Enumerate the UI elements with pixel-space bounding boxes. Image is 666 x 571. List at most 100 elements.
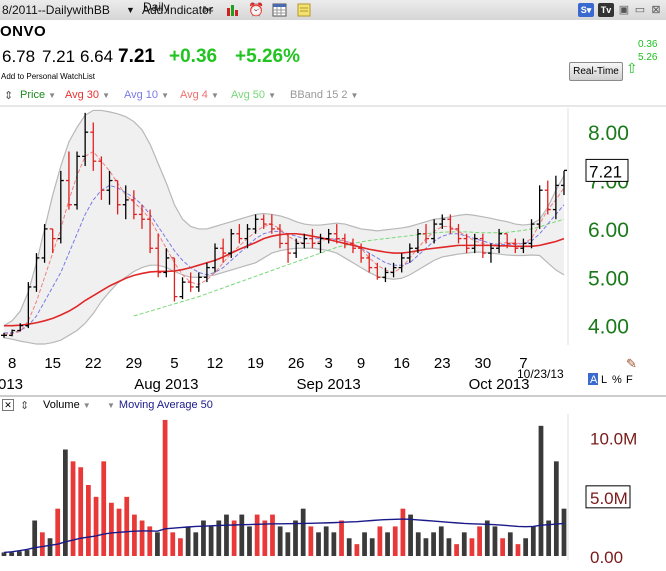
x-tick-label: 3 xyxy=(324,355,332,372)
x-tick-label: 8 xyxy=(8,355,16,372)
volume-bar xyxy=(178,538,183,556)
volume-tick-label: 0.00 xyxy=(590,548,623,567)
volume-bar xyxy=(446,538,452,556)
volume-bar xyxy=(392,526,398,556)
x-tick-label: 19 xyxy=(247,355,264,372)
ohlc-bar xyxy=(179,277,186,300)
volume-bar xyxy=(78,467,84,556)
volume-bar xyxy=(346,538,352,556)
volume-bar xyxy=(285,532,291,556)
scale-button-l[interactable]: L xyxy=(601,374,607,386)
volume-bar xyxy=(47,538,53,556)
volume-bar xyxy=(185,526,191,556)
volume-bar xyxy=(423,538,429,556)
volume-bar xyxy=(477,526,482,556)
volume-bar xyxy=(515,544,521,556)
date-label: 10/23/13 xyxy=(517,367,564,381)
volume-bar xyxy=(86,485,91,556)
price-tick-label: 4.00 xyxy=(588,316,629,339)
x-tick-label: 26 xyxy=(288,355,305,372)
volume-bar xyxy=(354,544,360,556)
x-tick-label: 5 xyxy=(170,355,178,372)
volume-bar xyxy=(316,532,321,556)
x-tick-label: 23 xyxy=(434,355,451,372)
volume-bar xyxy=(247,526,252,556)
volume-tick-label: 10.0M xyxy=(590,430,637,449)
volume-bar xyxy=(231,520,237,556)
volume-bar xyxy=(561,508,567,556)
volume-bar xyxy=(193,532,199,556)
volume-bar xyxy=(155,532,160,556)
price-tick-label: 6.00 xyxy=(588,219,629,242)
x-month-label: Sep 2013 xyxy=(297,376,361,393)
volume-tick-label: 5.0M xyxy=(590,489,628,508)
volume-bar xyxy=(323,526,329,556)
volume-bar xyxy=(224,514,229,556)
volume-bar xyxy=(454,544,459,556)
volume-bar xyxy=(385,532,390,556)
volume-bar xyxy=(507,532,513,556)
x-tick-label: 9 xyxy=(357,355,365,372)
volume-bar xyxy=(377,526,383,556)
volume-bar xyxy=(431,532,436,556)
volume-bar xyxy=(9,552,15,556)
volume-bar xyxy=(362,532,367,556)
volume-bar xyxy=(101,461,107,556)
scale-button-%[interactable]: % xyxy=(612,374,622,386)
volume-bar xyxy=(523,538,529,556)
volume-bar xyxy=(293,520,298,556)
volume-bar xyxy=(93,496,99,556)
pencil-icon[interactable]: ✎ xyxy=(626,356,637,371)
volume-bar xyxy=(170,532,176,556)
bband-fill xyxy=(4,110,564,345)
volume-bar xyxy=(408,514,413,556)
volume-bar xyxy=(262,520,268,556)
volume-bar xyxy=(415,532,421,556)
price-tick-label: 5.00 xyxy=(588,267,629,290)
scale-button-a[interactable]: A xyxy=(590,374,598,386)
volume-bar xyxy=(124,496,130,556)
volume-bar xyxy=(438,526,444,556)
volume-bar xyxy=(553,461,559,556)
volume-bar xyxy=(16,551,22,556)
volume-bar xyxy=(39,532,45,556)
volume-bar xyxy=(339,520,344,556)
volume-bar xyxy=(254,514,260,556)
x-tick-label: 16 xyxy=(393,355,410,372)
x-tick-label: 22 xyxy=(85,355,102,372)
volume-bar xyxy=(139,520,145,556)
last-price-label: 7.21 xyxy=(589,162,622,181)
volume-bar xyxy=(277,526,283,556)
scale-button-f[interactable]: F xyxy=(626,374,633,386)
price-tick-label: 8.00 xyxy=(588,122,629,145)
volume-bar xyxy=(369,538,375,556)
volume-bar xyxy=(308,526,314,556)
chart-canvas: 8.007.006.005.004.007.218 15 22 29 5 12 19 26 3 9… xyxy=(0,105,666,567)
volume-bar xyxy=(239,514,245,556)
x-tick-label: 12 xyxy=(207,355,224,372)
volume-bar xyxy=(62,449,68,556)
volume-bar xyxy=(109,502,114,556)
volume-bar xyxy=(32,520,38,556)
volume-bar xyxy=(500,538,506,556)
volume-bar xyxy=(208,526,214,556)
volume-bar xyxy=(546,520,552,556)
volume-bar xyxy=(400,508,406,556)
volume-bar xyxy=(24,550,30,556)
volume-bar xyxy=(300,508,306,556)
volume-bar xyxy=(530,526,536,556)
volume-bar xyxy=(331,532,337,556)
volume-bar xyxy=(162,419,168,556)
x-tick-label: 30 xyxy=(474,355,491,372)
volume-bar xyxy=(469,538,475,556)
volume-bar xyxy=(55,508,61,556)
volume-bar xyxy=(132,514,137,556)
x-month-label: Aug 2013 xyxy=(134,376,198,393)
volume-bar xyxy=(270,514,275,556)
x-tick-label: 15 xyxy=(44,355,61,372)
volume-bar xyxy=(484,520,490,556)
x-month-label: 013 xyxy=(0,376,23,393)
volume-bar xyxy=(461,532,467,556)
x-tick-label: 29 xyxy=(126,355,143,372)
volume-bar xyxy=(538,425,544,556)
